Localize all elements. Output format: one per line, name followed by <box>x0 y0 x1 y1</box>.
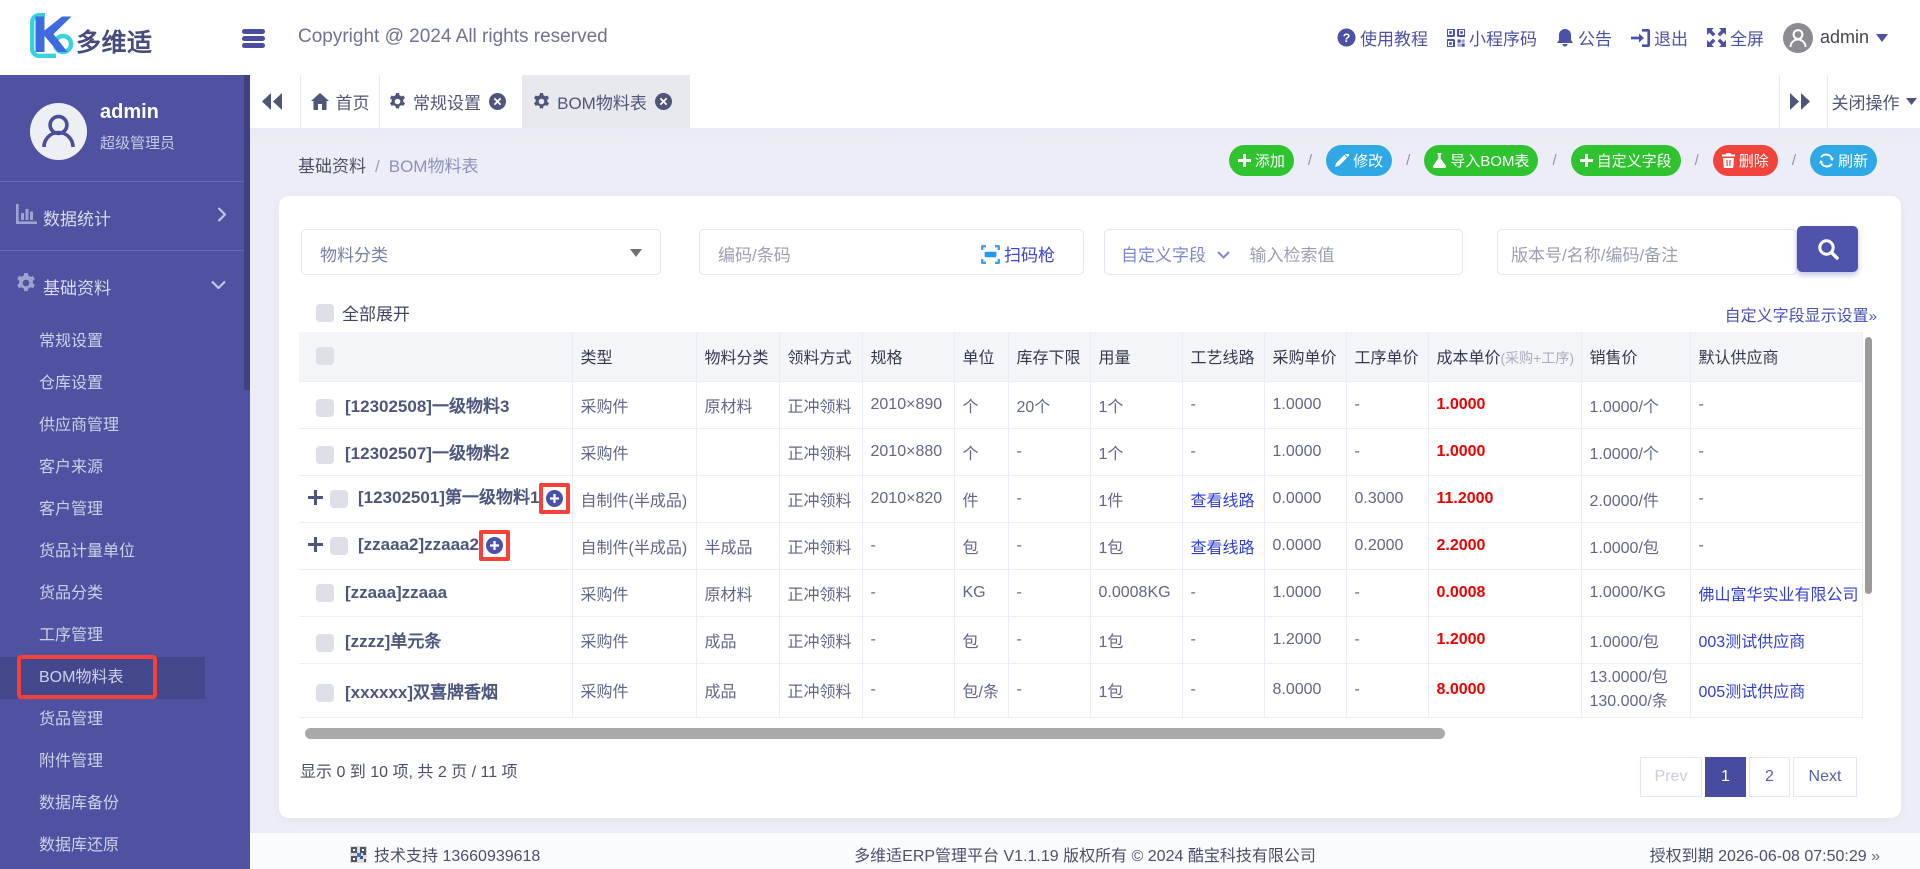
svg-text:?: ? <box>1343 31 1351 45</box>
